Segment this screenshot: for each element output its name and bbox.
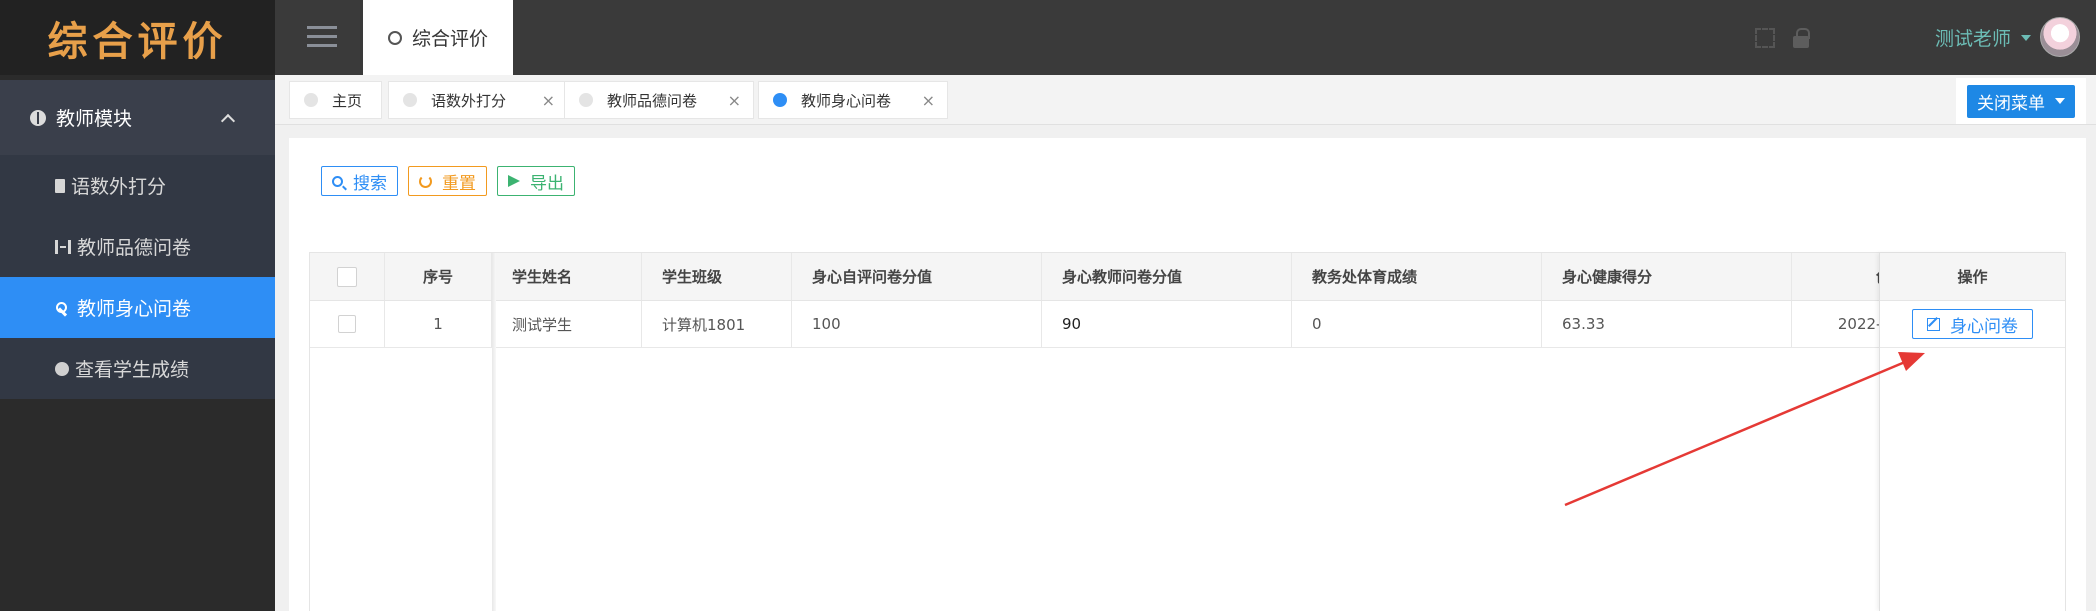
- health-survey-button[interactable]: 身心问卷: [1912, 309, 2033, 339]
- close-menu-label: 关闭菜单: [1977, 93, 2045, 114]
- search-button[interactable]: 搜索: [321, 166, 398, 196]
- caret-down-icon: [2021, 34, 2032, 41]
- page-tabs-bar: 主页 语数外打分 × 教师品德问卷 × 教师身心问卷 × 关闭菜单: [275, 75, 2096, 125]
- close-icon[interactable]: ×: [728, 91, 741, 110]
- header-class[interactable]: 学生班级: [642, 253, 792, 300]
- reset-button-label: 重置: [442, 173, 476, 194]
- header-pe-score[interactable]: 教务处体育成绩: [1292, 253, 1542, 300]
- cell-class: 计算机1801: [642, 301, 792, 347]
- header-self-score[interactable]: 身心自评问卷分值: [792, 253, 1042, 300]
- tab-status-dot: [579, 93, 593, 107]
- cell-self-score: 100: [792, 301, 1042, 347]
- row-checkbox[interactable]: [338, 315, 356, 333]
- palette-icon: [387, 30, 402, 45]
- tab-label: 教师品德问卷: [607, 91, 698, 110]
- top-bar: 综合评价 测试老师: [275, 0, 2096, 75]
- avatar[interactable]: [2040, 17, 2080, 57]
- top-nav-tab-label: 综合评价: [411, 28, 488, 50]
- export-button-label: 导出: [530, 173, 564, 194]
- export-button[interactable]: 导出: [497, 166, 575, 196]
- sidebar-item-label: 教师身心问卷: [77, 298, 192, 320]
- header-index: 序号: [385, 253, 492, 300]
- menu-group-label: 教师模块: [56, 108, 133, 130]
- lock-icon[interactable]: [1793, 28, 1810, 48]
- tab-home[interactable]: 主页: [289, 81, 382, 119]
- barbell-icon: [55, 239, 71, 254]
- header-teacher-score[interactable]: 身心教师问卷分值: [1042, 253, 1292, 300]
- table-row[interactable]: 1 测试学生 计算机1801 100 90 0 63.33 2022-0: [310, 301, 2065, 348]
- sidebar-item-student-grades[interactable]: 查看学生成绩: [0, 338, 275, 399]
- refresh-icon: [419, 174, 432, 188]
- tab-label: 语数外打分: [431, 91, 507, 110]
- tab-ethics-survey[interactable]: 教师品德问卷 ×: [564, 81, 754, 119]
- main-content: 搜索 重置 导出 序号 学生姓名 学生班级 身心自评问卷分值 身心教师问卷分值 …: [289, 138, 2086, 611]
- close-menu-wrapper: 关闭菜单: [1956, 78, 2086, 124]
- cell-created: 2022-0: [1792, 301, 1892, 347]
- table-header: 序号 学生姓名 学生班级 身心自评问卷分值 身心教师问卷分值 教务处体育成绩 身…: [310, 253, 2065, 301]
- reset-button[interactable]: 重置: [408, 166, 487, 196]
- fixed-column-shadow: [492, 253, 496, 611]
- tab-scoring[interactable]: 语数外打分 ×: [388, 81, 568, 119]
- close-menu-button[interactable]: 关闭菜单: [1967, 84, 2075, 118]
- caret-down-icon: [2055, 98, 2065, 104]
- tab-health-survey[interactable]: 教师身心问卷 ×: [758, 81, 948, 119]
- operation-cell: 身心问卷: [1880, 301, 2065, 348]
- logo-text: 综合评价: [47, 18, 228, 65]
- cell-health-score: 63.33: [1542, 301, 1792, 347]
- cell-index: 1: [385, 301, 492, 347]
- user-name: 测试老师: [1935, 28, 2012, 50]
- header-checkbox-cell: [310, 253, 385, 300]
- tab-status-dot: [403, 93, 417, 107]
- header-name[interactable]: 学生姓名: [492, 253, 642, 300]
- tab-label: 教师身心问卷: [801, 91, 892, 110]
- submenu: 语数外打分 教师品德问卷 教师身心问卷 查看学生成绩: [0, 155, 275, 399]
- wrench-icon: [55, 301, 71, 315]
- header-operation: 操作: [1880, 253, 2065, 301]
- send-icon: [508, 175, 520, 187]
- action-toolbar: 搜索 重置 导出: [321, 166, 585, 196]
- document-icon: [55, 178, 65, 193]
- sidebar-item-ethics-survey[interactable]: 教师品德问卷: [0, 216, 275, 277]
- circle-icon: [55, 361, 69, 376]
- tab-status-dot: [773, 93, 787, 107]
- cell-teacher-score: 90: [1042, 301, 1292, 347]
- select-all-checkbox[interactable]: [337, 266, 357, 287]
- search-button-label: 搜索: [353, 173, 387, 194]
- menu-toggle-icon[interactable]: [307, 26, 337, 48]
- app-logo[interactable]: 综合评价: [0, 0, 275, 75]
- fixed-operation-column: 操作 身心问卷: [1879, 253, 2065, 611]
- module-icon: [30, 109, 46, 126]
- cell-pe-score: 0: [1292, 301, 1542, 347]
- chevron-up-icon: [220, 113, 236, 128]
- edit-icon: [1927, 317, 1940, 331]
- sidebar-item-scoring[interactable]: 语数外打分: [0, 155, 275, 216]
- header-health-score[interactable]: 身心健康得分: [1542, 253, 1792, 300]
- top-nav-tab[interactable]: 综合评价: [363, 0, 513, 75]
- search-icon: [332, 175, 343, 187]
- header-created[interactable]: 创: [1792, 253, 1892, 300]
- fullscreen-icon[interactable]: [1755, 28, 1775, 48]
- tab-status-dot: [304, 93, 318, 107]
- sidebar-item-health-survey[interactable]: 教师身心问卷: [0, 277, 275, 338]
- cell-name: 测试学生: [492, 301, 642, 347]
- data-table: 序号 学生姓名 学生班级 身心自评问卷分值 身心教师问卷分值 教务处体育成绩 身…: [309, 252, 2066, 611]
- sidebar: 综合评价 教师模块 语数外打分 教师品德问卷 教师身心问卷 查看学生成绩: [0, 0, 275, 611]
- close-icon[interactable]: ×: [922, 91, 935, 110]
- health-survey-button-label: 身心问卷: [1950, 316, 2018, 337]
- sidebar-item-label: 查看学生成绩: [75, 359, 190, 381]
- menu-group-teacher[interactable]: 教师模块: [0, 80, 275, 155]
- sidebar-item-label: 教师品德问卷: [77, 237, 192, 259]
- tab-label: 主页: [332, 91, 363, 110]
- close-icon[interactable]: ×: [542, 91, 555, 110]
- user-menu[interactable]: 测试老师: [1935, 24, 2032, 51]
- sidebar-item-label: 语数外打分: [71, 176, 167, 198]
- row-checkbox-cell: [310, 301, 385, 347]
